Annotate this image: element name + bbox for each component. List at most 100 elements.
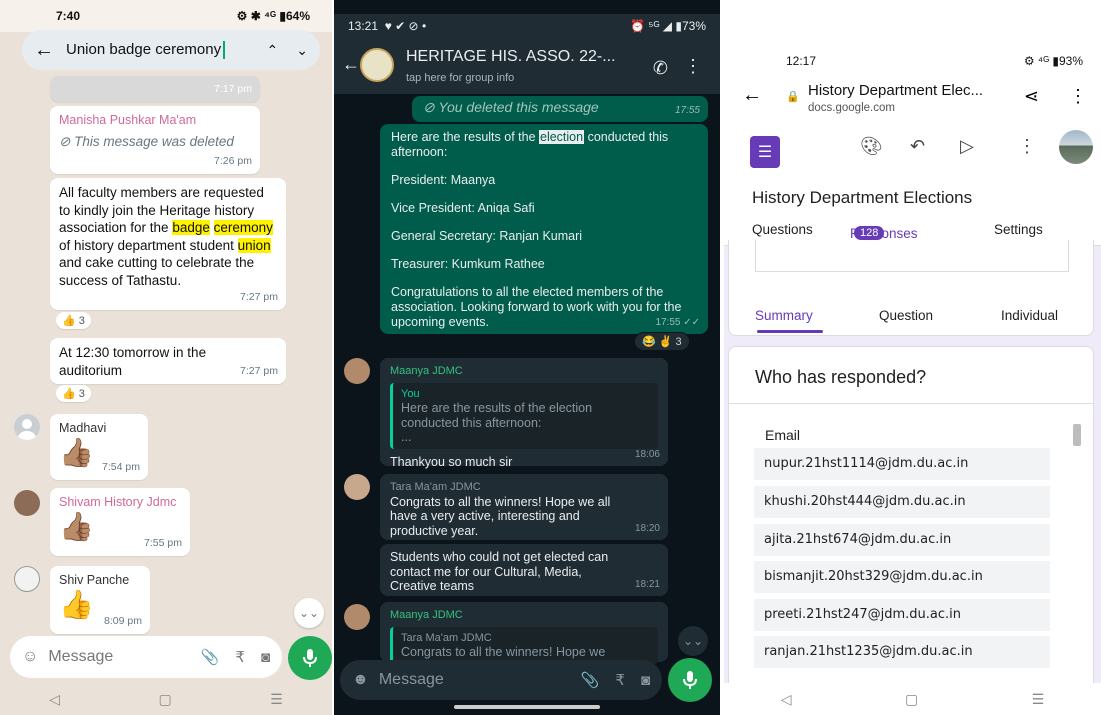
avatar[interactable] [344, 604, 370, 630]
undo-icon[interactable]: ↶ [910, 136, 925, 157]
nav-back-icon[interactable]: ◁ [781, 691, 792, 708]
attach-icon[interactable]: 📎 [201, 648, 220, 666]
message-composer[interactable]: ☻ Message 📎 ₹ ◙ [340, 660, 662, 700]
tab-individual[interactable]: Individual [1001, 308, 1058, 323]
status-time: 13:21 [348, 19, 379, 33]
tab-summary[interactable]: Summary [755, 308, 813, 323]
email-row[interactable]: ranjan.21hst1235@jdm.du.ac.in [754, 636, 1050, 668]
message-time: 18:20 [634, 522, 660, 534]
chat-header[interactable]: ← HERITAGE HIS. ASSO. 22-... tap here fo… [334, 34, 720, 94]
email-row[interactable]: nupur.21hst1114@jdm.du.ac.in [754, 448, 1050, 480]
tab-questions[interactable]: Questions [752, 222, 813, 237]
tara-message[interactable]: Tara Ma'am JDMC Congrats to all the winn… [380, 474, 668, 540]
tab-settings[interactable]: Settings [994, 222, 1043, 237]
summary-card: Summary Question Individual [728, 240, 1094, 336]
page-title[interactable]: History Department Elec... [808, 82, 983, 99]
chat-subtitle[interactable]: tap here for group info [406, 72, 514, 84]
lock-icon: 🔒 [786, 91, 800, 103]
avatar[interactable] [344, 474, 370, 500]
quoted-text: ... [401, 430, 412, 444]
deleted-message[interactable]: ⊘ You deleted this message 17:55 [412, 96, 708, 122]
back-arrow-icon[interactable]: ← [34, 39, 54, 62]
chat-title[interactable]: HERITAGE HIS. ASSO. 22-... [406, 48, 636, 66]
message-time: 18:06 [634, 448, 660, 460]
google-forms-icon[interactable]: ☰ [750, 136, 780, 168]
camera-icon[interactable]: ◙ [261, 649, 270, 666]
rupee-icon[interactable]: ₹ [615, 671, 625, 689]
mic-button[interactable] [668, 658, 712, 702]
email-row[interactable]: ajita.21hst674@jdm.du.ac.in [754, 524, 1050, 556]
rupee-icon[interactable]: ₹ [235, 648, 245, 666]
email-row[interactable]: preeti.21hst247@jdm.du.ac.in [754, 599, 1050, 631]
maanya-reply-message[interactable]: Maanya JDMC You Here are the results of … [380, 358, 668, 469]
email-row[interactable]: bismanjit.20hst329@jdm.du.ac.in [754, 561, 1050, 593]
message-time: 7:26 pm [214, 154, 252, 167]
email-row[interactable]: khushi.20hst444@jdm.du.ac.in [754, 486, 1050, 518]
deleted-message[interactable]: Manisha Pushkar Ma'am ⊘ This message was… [50, 106, 260, 174]
search-input[interactable]: Union badge ceremony [66, 41, 249, 60]
response-count-badge: 128 [854, 226, 885, 240]
quoted-message[interactable]: You Here are the results of the election… [390, 382, 658, 449]
search-down-icon[interactable]: ⌄ [296, 42, 308, 59]
reaction-badge[interactable]: 👍 3 [56, 385, 91, 402]
back-arrow-icon[interactable]: ← [342, 54, 360, 75]
nav-home-icon[interactable]: ▢ [158, 691, 171, 708]
mic-button[interactable] [288, 636, 332, 680]
browser-address-bar[interactable]: ← 🔒 History Department Elec... docs.goog… [724, 74, 1101, 124]
search-result-message[interactable]: All faculty members are requested to kin… [50, 178, 286, 310]
election-results-message[interactable]: Here are the results of the election con… [380, 124, 708, 334]
home-indicator[interactable] [454, 705, 600, 709]
nav-back-icon[interactable]: ◁ [49, 691, 60, 708]
message-sender: Tara Ma'am JDMC [390, 481, 481, 493]
send-icon[interactable]: ▷ [960, 136, 974, 157]
shiv-message[interactable]: Shiv Panche 👍 8:09 pm [50, 566, 150, 634]
more-options-icon[interactable]: ⋮ [684, 56, 702, 77]
avatar[interactable] [14, 490, 40, 516]
more-vert-icon[interactable]: ⋮ [1018, 136, 1036, 157]
divider [729, 403, 1093, 404]
madhavi-message[interactable]: Madhavi 👍🏽 7:54 pm [50, 414, 148, 480]
camera-icon[interactable]: ◙ [641, 672, 650, 689]
avatar[interactable] [14, 414, 40, 440]
page-url[interactable]: docs.google.com [808, 102, 895, 114]
whatsapp-group-chat-screen: 13:21 ♥ ✔ ⊘ • ⏰ ⁵ᴳ ◢ ▮73% ← HERITAGE HIS… [334, 0, 720, 715]
scrollbar[interactable] [1073, 424, 1081, 446]
palette-icon[interactable]: 🎨︎ [860, 136, 883, 157]
image-message[interactable]: 7:17 pm [50, 76, 260, 102]
scroll-down-icon[interactable]: ⌄⌄ [294, 598, 324, 628]
avatar[interactable] [344, 358, 370, 384]
scroll-down-icon[interactable]: ⌄⌄ [678, 626, 708, 656]
message-input[interactable]: Message [48, 648, 184, 666]
add-call-icon[interactable]: ✆ [653, 58, 668, 79]
message-composer[interactable]: ☺ Message 📎 ₹ ◙ [10, 636, 282, 678]
reaction-badge[interactable]: 😂 ✌ 3 [634, 332, 690, 351]
emoji-icon[interactable]: ☻ [352, 671, 369, 689]
search-up-icon[interactable]: ⌃ [267, 42, 279, 59]
profile-avatar[interactable] [1059, 130, 1093, 164]
share-icon[interactable]: ⋖ [1024, 86, 1039, 107]
avatar[interactable] [14, 566, 40, 592]
maanya-second-reply[interactable]: Maanya JDMC Tara Ma'am JDMC Congrats to … [380, 602, 668, 664]
message-time: 8:09 pm [104, 614, 142, 627]
nav-recents-icon[interactable]: ☰ [1032, 691, 1045, 708]
tara-followup-message[interactable]: Students who could not get elected can c… [380, 544, 668, 596]
attach-icon[interactable]: 📎 [581, 671, 600, 689]
tab-question[interactable]: Question [879, 308, 933, 323]
message-text: Congrats to all the winners! Hope we all… [390, 494, 611, 538]
response-toggle-box[interactable] [755, 240, 1069, 272]
google-forms-responses-screen: 12:17 ⚙ ⁴ᴳ ▮93% ← 🔒 History Department E… [724, 0, 1101, 715]
message-input[interactable]: Message [379, 671, 565, 689]
reaction-badge[interactable]: 👍 3 [56, 312, 91, 329]
form-title: History Department Elections [752, 188, 973, 207]
group-avatar[interactable] [360, 48, 394, 82]
back-arrow-icon[interactable]: ← [742, 84, 762, 107]
shivam-message[interactable]: Shivam History Jdmc 👍🏽 7:55 pm [50, 488, 190, 556]
quoted-message[interactable]: Tara Ma'am JDMC Congrats to all the winn… [390, 626, 658, 664]
nav-home-icon[interactable]: ▢ [905, 691, 918, 708]
more-options-icon[interactable]: ⋮ [1069, 86, 1087, 107]
emoji-icon[interactable]: ☺ [22, 648, 38, 666]
result-line: General Secretary: Ranjan Kumari [391, 229, 583, 243]
nav-recents-icon[interactable]: ☰ [270, 691, 283, 708]
chat-search-bar[interactable]: ← Union badge ceremony ⌃ ⌄ [22, 30, 320, 70]
meeting-message[interactable]: At 12:30 tomorrow in the auditorium 7:27… [50, 338, 286, 384]
